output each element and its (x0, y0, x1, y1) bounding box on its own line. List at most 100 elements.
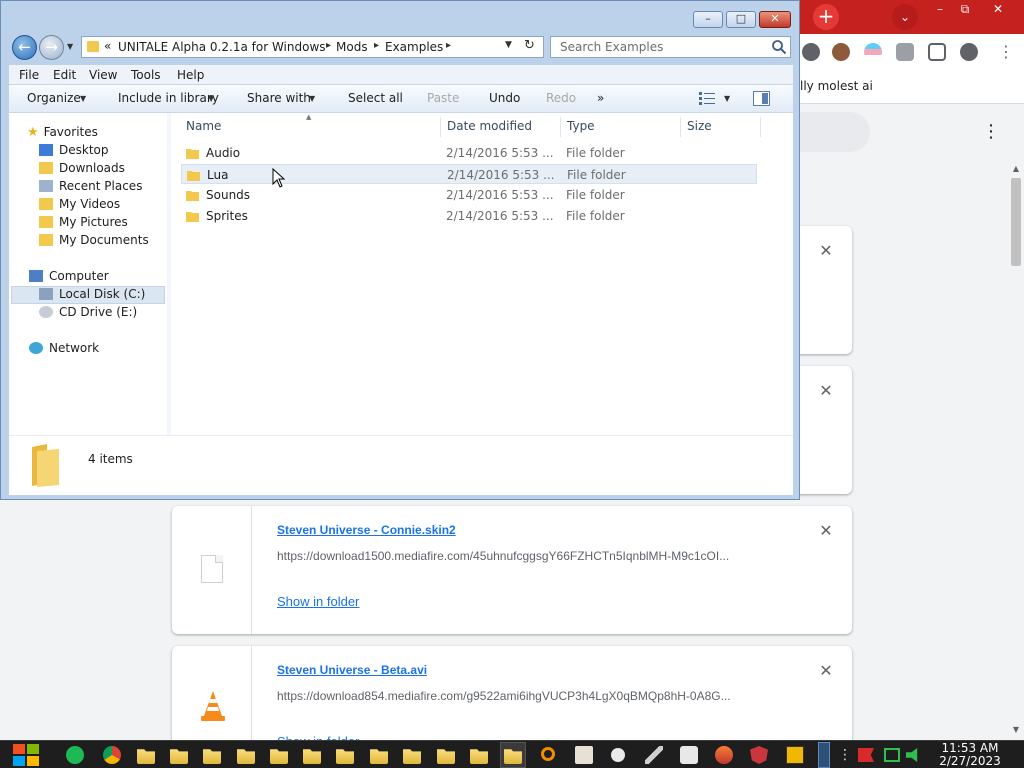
more-commands-chevron[interactable]: » (597, 91, 604, 105)
volume-tray-icon[interactable] (906, 748, 918, 762)
download-remove-icon[interactable]: ✕ (816, 521, 836, 541)
refresh-icon[interactable]: ↻ (524, 38, 535, 53)
close-button[interactable]: ✕ (759, 11, 791, 28)
chrome-icon[interactable] (103, 746, 121, 764)
folder-taskbar-icon[interactable] (403, 749, 421, 764)
side-panel-icon[interactable] (928, 43, 946, 61)
breadcrumb-separator[interactable]: ▸ (446, 40, 451, 51)
avatar-extension-icon[interactable] (832, 43, 850, 61)
tree-my-videos[interactable]: My Videos (39, 197, 120, 215)
organize-button[interactable]: Organize (27, 91, 81, 105)
folder-taskbar-icon[interactable] (203, 749, 221, 764)
chrome-restore-button[interactable]: ⧉ (950, 0, 980, 18)
new-tab-button[interactable]: + (813, 4, 839, 30)
file-row[interactable]: Lua 2/14/2016 5:53 ... File folder (181, 164, 757, 184)
preview-pane-icon[interactable] (753, 91, 770, 106)
download-remove-icon[interactable]: ✕ (816, 661, 836, 681)
downloads-search-bar[interactable] (798, 112, 870, 152)
clock-time[interactable]: 11:53 AM (930, 741, 1010, 755)
profile-icon[interactable] (960, 43, 978, 61)
tree-network[interactable]: Network (29, 341, 99, 359)
flag-tray-icon[interactable] (858, 748, 874, 762)
folder-taskbar-icon[interactable] (336, 749, 354, 764)
show-hidden-icons-button[interactable] (818, 742, 830, 768)
column-header-date[interactable]: Date modified (447, 119, 532, 133)
organize-dropdown-arrow[interactable]: ▼ (80, 94, 86, 103)
downloads-more-menu-icon[interactable]: ⋮ (982, 120, 1000, 144)
menu-view[interactable]: View (89, 68, 117, 82)
dx-app-icon[interactable] (786, 746, 804, 764)
tray-menu-icon[interactable]: ⋮ (838, 747, 852, 763)
file-row[interactable]: Audio 2/14/2016 5:53 ... File folder (181, 143, 757, 163)
column-divider[interactable] (560, 117, 561, 137)
column-divider[interactable] (760, 117, 761, 137)
breadcrumb-examples[interactable]: Examples (385, 40, 443, 54)
address-overflow-chevron[interactable]: « (104, 39, 111, 53)
change-view-icon[interactable] (699, 91, 715, 105)
chrome-close-button[interactable]: ✕ (983, 0, 1013, 18)
address-history-dropdown[interactable]: ▼ (505, 40, 512, 50)
column-divider[interactable] (680, 117, 681, 137)
tree-my-documents[interactable]: My Documents (39, 233, 149, 251)
minimize-button[interactable]: – (693, 11, 723, 28)
start-button-icon[interactable] (10, 741, 43, 768)
forward-button[interactable]: → (39, 35, 64, 60)
address-bar[interactable]: « UNITALE Alpha 0.2.1a for Windows ▸ Mod… (81, 36, 544, 58)
breadcrumb-mods[interactable]: Mods (336, 40, 368, 54)
file-row[interactable]: Sprites 2/14/2016 5:53 ... File folder (181, 206, 757, 226)
menu-file[interactable]: File (19, 68, 39, 82)
tree-favorites[interactable]: ★ Favorites (27, 125, 98, 143)
file-row[interactable]: Sounds 2/14/2016 5:53 ... File folder (181, 185, 757, 205)
folder-taskbar-icon[interactable] (170, 749, 188, 764)
folder-taskbar-icon[interactable] (237, 749, 255, 764)
search-box[interactable] (550, 36, 791, 58)
share-dropdown-arrow[interactable]: ▼ (309, 94, 315, 103)
menu-tools[interactable]: Tools (131, 68, 161, 82)
folder-taskbar-icon[interactable] (137, 749, 155, 764)
column-divider[interactable] (440, 117, 441, 137)
scroll-up-arrow[interactable]: ▲ (1008, 163, 1024, 175)
ublock-extension-icon[interactable] (802, 43, 820, 61)
clock-date[interactable]: 2/27/2023 (930, 754, 1010, 768)
breadcrumb-separator[interactable]: ▸ (326, 40, 331, 51)
select-all-button[interactable]: Select all (348, 91, 403, 105)
puzzle-extensions-icon[interactable] (896, 43, 914, 61)
download-remove-icon[interactable]: ✕ (816, 381, 836, 401)
tab-search-button[interactable]: ⌄ (892, 4, 918, 30)
back-button[interactable]: ← (12, 35, 37, 60)
menu-edit[interactable]: Edit (53, 68, 76, 82)
network-tray-icon[interactable] (884, 748, 900, 762)
explorer-titlebar[interactable]: – □ ✕ (1, 1, 799, 33)
recent-pages-dropdown[interactable]: ▼ (67, 41, 77, 53)
paint-app-icon[interactable] (575, 746, 593, 764)
breadcrumb-unitale[interactable]: UNITALE Alpha 0.2.1a for Windows (118, 40, 326, 54)
maximize-button[interactable]: □ (726, 11, 756, 28)
view-dropdown-arrow[interactable]: ▼ (724, 94, 730, 103)
tree-local-disk[interactable]: Local Disk (C:) (11, 286, 165, 304)
pen-tool-icon[interactable] (645, 746, 663, 764)
share-with-button[interactable]: Share with (247, 91, 311, 105)
tree-downloads[interactable]: Downloads (39, 161, 125, 179)
skull-app-icon[interactable] (680, 746, 698, 764)
app-icon[interactable] (715, 746, 733, 764)
redo-button[interactable]: Redo (546, 91, 576, 105)
spotify-icon[interactable] (66, 746, 84, 764)
page-scrollbar-thumb[interactable] (1011, 178, 1021, 266)
folder-taskbar-icon[interactable] (303, 749, 321, 764)
menu-help[interactable]: Help (177, 68, 204, 82)
scroll-down-arrow[interactable]: ▼ (1008, 724, 1024, 736)
folder-taskbar-icon[interactable] (370, 749, 388, 764)
download-file-name[interactable]: Steven Universe - Connie.skin2 (277, 523, 456, 537)
search-app-icon[interactable] (541, 747, 555, 761)
column-header-size[interactable]: Size (687, 119, 712, 133)
chrome-menu-icon[interactable]: ⋮ (998, 42, 1014, 61)
include-in-library-button[interactable]: Include in library (118, 91, 219, 105)
paste-button[interactable]: Paste (427, 91, 459, 105)
tree-cd-drive[interactable]: CD Drive (E:) (39, 305, 137, 323)
column-header-name[interactable]: Name (186, 119, 221, 133)
bookmark-item[interactable]: lly molest ai (800, 79, 873, 93)
download-remove-icon[interactable]: ✕ (816, 241, 836, 261)
app-icon[interactable] (611, 748, 625, 762)
shield-icon[interactable] (750, 746, 768, 764)
show-in-folder-link[interactable]: Show in folder (277, 594, 359, 609)
